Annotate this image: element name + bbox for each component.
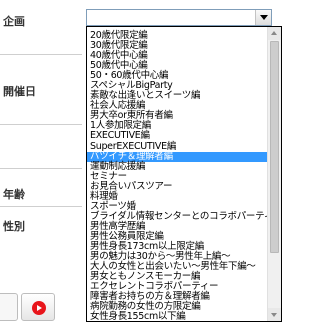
arrow-right-circle-icon (32, 301, 46, 315)
label-date: 開催日 (3, 83, 36, 99)
divider (0, 206, 82, 207)
label-plan: 企画 (3, 13, 25, 29)
divider (0, 54, 82, 55)
dropdown-scrollbar[interactable] (267, 27, 281, 321)
label-age: 年齢 (3, 186, 25, 202)
option-list: 20歳代限定編 30歳代限定編 40歳代中心編 50歳代中心編 50・60歳代中心編 スペ… (87, 30, 281, 321)
plan-select[interactable] (86, 9, 272, 26)
scroll-down-icon[interactable] (268, 308, 281, 321)
dropdown-option[interactable]: 女性身長155cm以下編 (87, 312, 267, 321)
next-button[interactable] (21, 293, 55, 321)
back-button[interactable] (0, 293, 18, 321)
scrollbar-thumb[interactable] (270, 41, 279, 253)
divider (0, 168, 82, 169)
plan-dropdown-list[interactable]: 20歳代限定編 30歳代限定編 40歳代中心編 50歳代中心編 50・60歳代中心編 スペ… (86, 26, 282, 322)
chevron-down-icon[interactable] (255, 10, 271, 25)
label-gender: 性別 (3, 218, 25, 234)
scroll-up-icon[interactable] (268, 27, 281, 40)
divider (0, 124, 82, 125)
dropdown-option[interactable]: EXECUTIVE編 (87, 131, 267, 141)
